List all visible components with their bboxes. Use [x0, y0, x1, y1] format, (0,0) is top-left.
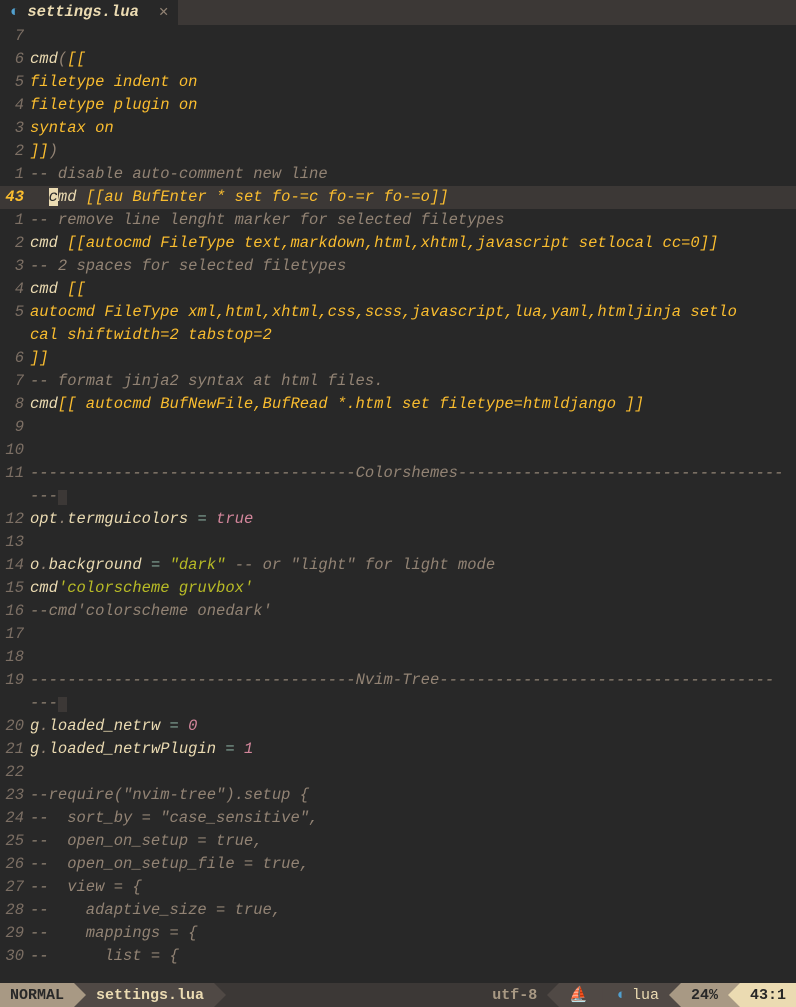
line-number: 2 — [0, 140, 30, 163]
line-number: 9 — [0, 416, 30, 439]
code-line: -- disable auto-comment new line — [30, 163, 796, 186]
code-line: cmd'colorscheme gruvbox' — [30, 577, 796, 600]
line-number: 11 — [0, 462, 30, 485]
lua-file-icon: ◐ — [10, 1, 19, 24]
line-number: 12 — [0, 508, 30, 531]
code-line: -- open_on_setup_file = true, — [30, 853, 796, 876]
line-number: 15 — [0, 577, 30, 600]
line-number: 5 — [0, 71, 30, 94]
trailing-block — [58, 490, 67, 506]
tabline: ◐ settings.lua ✕ — [0, 0, 796, 25]
line-number: 5 — [0, 301, 30, 324]
code-line: cmd [[au BufEnter * set fo-=c fo-=r fo-=… — [30, 186, 796, 209]
tab-title: settings.lua — [27, 1, 139, 24]
line-number: 7 — [0, 370, 30, 393]
line-number: 13 — [0, 531, 30, 554]
percent-segment: 24% — [681, 983, 728, 1007]
line-number: 16 — [0, 600, 30, 623]
line-number: 6 — [0, 48, 30, 71]
code-line: syntax on — [30, 117, 796, 140]
line-number: 1 — [0, 209, 30, 232]
code-line: -- 2 spaces for selected filetypes — [30, 255, 796, 278]
code-line: -- list = { — [30, 945, 796, 968]
line-number: 8 — [0, 393, 30, 416]
code-line: o.background = "dark" -- or "light" for … — [30, 554, 796, 577]
current-line-number: 43 — [0, 186, 30, 209]
line-number: 21 — [0, 738, 30, 761]
line-number: 7 — [0, 25, 30, 48]
code-line: --require("nvim-tree").setup { — [30, 784, 796, 807]
line-number: 20 — [0, 715, 30, 738]
separator-icon — [669, 983, 681, 1007]
line-number: 29 — [0, 922, 30, 945]
section-divider: -----------------------------------Nvim-… — [30, 669, 796, 692]
cursor: c — [49, 188, 58, 206]
separator-icon — [74, 983, 86, 1007]
line-number: 14 — [0, 554, 30, 577]
tab-close-icon[interactable]: ✕ — [159, 1, 168, 24]
line-number: 6 — [0, 347, 30, 370]
code-line: filetype indent on — [30, 71, 796, 94]
code-line: ]] — [30, 347, 796, 370]
code-line: -- view = { — [30, 876, 796, 899]
line-number: 23 — [0, 784, 30, 807]
code-line: opt.termguicolors = true — [30, 508, 796, 531]
code-line: --- — [30, 692, 796, 715]
line-number: 1 — [0, 163, 30, 186]
file-segment: settings.lua — [86, 983, 214, 1007]
line-number: 26 — [0, 853, 30, 876]
line-number: 19 — [0, 669, 30, 692]
line-number: 28 — [0, 899, 30, 922]
code-line: -- remove line lenght marker for selecte… — [30, 209, 796, 232]
statusline: NORMAL settings.lua utf-8 ⛵ | ◐ lua 24% … — [0, 983, 796, 1007]
code-line: filetype plugin on — [30, 94, 796, 117]
editor-viewport[interactable]: 7 6cmd([[ 5filetype indent on 4filetype … — [0, 25, 796, 983]
separator-icon — [547, 983, 559, 1007]
code-line: -- open_on_setup = true, — [30, 830, 796, 853]
filetype-label: lua — [632, 984, 659, 1007]
code-line: autocmd FileType xml,html,xhtml,css,scss… — [30, 301, 796, 324]
code-line: -- format jinja2 syntax at html files. — [30, 370, 796, 393]
code-line: cmd [[autocmd FileType text,markdown,htm… — [30, 232, 796, 255]
cursor-line: 43 cmd [[au BufEnter * set fo-=c fo-=r f… — [0, 186, 796, 209]
code-line: cal shiftwidth=2 tabstop=2 — [30, 324, 796, 347]
line-number: 10 — [0, 439, 30, 462]
line-number: 3 — [0, 117, 30, 140]
code-line: cmd[[ autocmd BufNewFile,BufRead *.html … — [30, 393, 796, 416]
line-number: 24 — [0, 807, 30, 830]
code-line: -- adaptive_size = true, — [30, 899, 796, 922]
position-segment: 43:1 — [740, 983, 796, 1007]
line-number: 4 — [0, 94, 30, 117]
code-line: cmd([[ — [30, 48, 796, 71]
trailing-block — [58, 697, 67, 713]
code-line: --- — [30, 485, 796, 508]
line-number: 3 — [0, 255, 30, 278]
code-line: ]]) — [30, 140, 796, 163]
section-divider: -----------------------------------Color… — [30, 462, 796, 485]
separator-icon — [214, 983, 226, 1007]
code-line: g.loaded_netrw = 0 — [30, 715, 796, 738]
code-line: cmd [[ — [30, 278, 796, 301]
separator-icon: | — [594, 984, 611, 1007]
os-icon: ⛵ — [569, 984, 588, 1007]
line-number: 22 — [0, 761, 30, 784]
code-line: -- sort_by = "case_sensitive", — [30, 807, 796, 830]
lua-file-icon: ◐ — [617, 984, 626, 1007]
separator-icon — [728, 983, 740, 1007]
line-number: 30 — [0, 945, 30, 968]
code-line: g.loaded_netrwPlugin = 1 — [30, 738, 796, 761]
mode-segment: NORMAL — [0, 983, 74, 1007]
code-line: -- mappings = { — [30, 922, 796, 945]
line-number: 25 — [0, 830, 30, 853]
code-line: --cmd'colorscheme onedark' — [30, 600, 796, 623]
tab-settings-lua[interactable]: ◐ settings.lua ✕ — [0, 0, 178, 25]
line-number: 4 — [0, 278, 30, 301]
filetype-segment: ⛵ | ◐ lua — [559, 983, 669, 1007]
encoding-segment: utf-8 — [482, 983, 547, 1007]
line-number: 18 — [0, 646, 30, 669]
line-number: 17 — [0, 623, 30, 646]
line-number: 2 — [0, 232, 30, 255]
line-number: 27 — [0, 876, 30, 899]
